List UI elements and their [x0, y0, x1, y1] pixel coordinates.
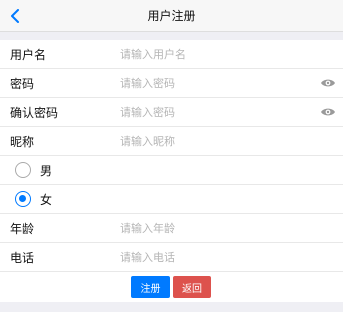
gender-male-label: 男 [40, 163, 53, 178]
phone-label: 电话 [10, 250, 35, 265]
radio-male[interactable] [15, 162, 31, 178]
gender-option-male[interactable]: 男 [0, 156, 343, 185]
registration-form: 用户名 密码 确认密码 昵称 男 女 年龄 电话 [0, 40, 343, 272]
chevron-left-icon [11, 9, 19, 23]
username-input[interactable] [120, 44, 320, 64]
age-row: 年龄 [0, 214, 343, 243]
action-buttons: 注册 返回 [0, 276, 343, 298]
gender-female-label: 女 [40, 192, 53, 207]
section-gap [0, 32, 343, 40]
age-label: 年龄 [10, 221, 35, 236]
confirm-password-row: 确认密码 [0, 98, 343, 127]
eye-icon[interactable] [320, 106, 336, 118]
username-label: 用户名 [10, 47, 47, 62]
password-input[interactable] [120, 73, 320, 93]
page-title: 用户注册 [147, 9, 196, 23]
password-row: 密码 [0, 69, 343, 98]
nickname-input[interactable] [120, 131, 320, 151]
nav-bar: 用户注册 [0, 0, 343, 32]
radio-female[interactable] [15, 191, 31, 207]
phone-input[interactable] [120, 247, 320, 267]
confirm-password-label: 确认密码 [10, 105, 59, 120]
back-button[interactable] [8, 7, 22, 25]
register-button[interactable]: 注册 [131, 276, 170, 298]
back-action-button[interactable]: 返回 [173, 276, 211, 298]
nickname-label: 昵称 [10, 134, 35, 149]
gender-option-female[interactable]: 女 [0, 185, 343, 214]
bottom-gap [0, 302, 343, 312]
username-row: 用户名 [0, 40, 343, 69]
password-label: 密码 [10, 76, 35, 91]
nickname-row: 昵称 [0, 127, 343, 156]
age-input[interactable] [120, 218, 320, 238]
phone-row: 电话 [0, 243, 343, 272]
eye-icon[interactable] [320, 77, 336, 89]
confirm-password-input[interactable] [120, 102, 320, 122]
